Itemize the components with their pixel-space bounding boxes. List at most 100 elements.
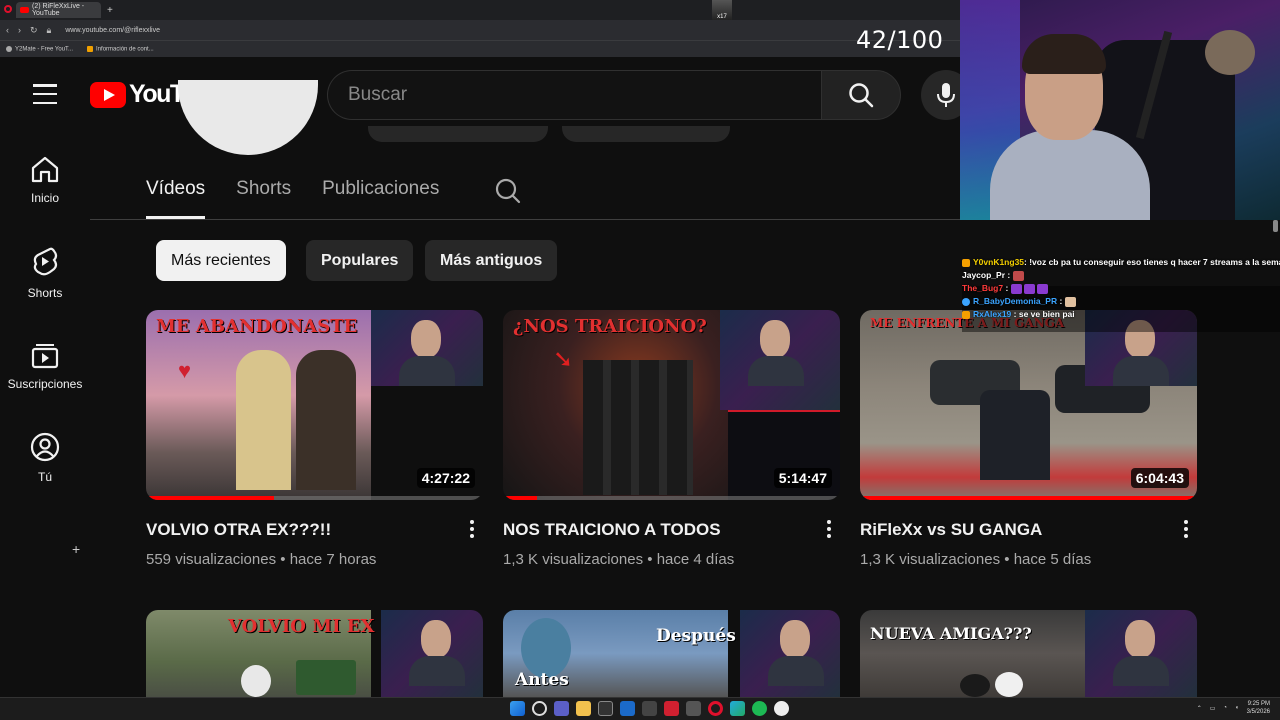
browser-tab[interactable]: (2) RiFleXxLive - YouTube — [16, 2, 101, 18]
store-icon[interactable] — [620, 701, 635, 716]
more-options-icon[interactable] — [469, 520, 475, 538]
video-views: 1,3 K visualizaciones — [860, 551, 1001, 568]
sidebar-item-shorts[interactable]: Shorts — [0, 246, 90, 300]
terminal-icon[interactable] — [598, 701, 613, 716]
volume-icon[interactable]: ◖ — [1235, 705, 1239, 711]
app-icon[interactable] — [642, 701, 657, 716]
video-title[interactable]: NOS TRAICIONO A TODOS — [503, 520, 840, 542]
chat-text: : !voz cb pa tu conseguir eso tienes q h… — [1024, 257, 1280, 267]
chevron-up-icon[interactable]: ⌃ — [1197, 705, 1202, 712]
video-thumbnail[interactable]: NUEVA AMIGA??? — [860, 610, 1197, 697]
obs-icon[interactable] — [774, 701, 789, 716]
wifi-icon[interactable]: ◔ — [1223, 705, 1227, 711]
network-icon[interactable]: ▭ — [1210, 705, 1216, 712]
you-icon — [30, 432, 60, 462]
arrow-icon: ➘ — [553, 346, 574, 373]
chip-populares[interactable]: Populares — [306, 240, 414, 281]
sidebar-item-inicio[interactable]: Inicio — [0, 155, 90, 205]
new-tab-button[interactable]: + — [107, 5, 113, 16]
clock-time: 9:25 PM — [1247, 701, 1270, 707]
clock-date: 3/5/2026 — [1246, 709, 1270, 715]
video-meta: 559 visualizaciones • hace 7 horas — [146, 551, 483, 568]
profile-avatar[interactable]: x17 — [712, 0, 732, 20]
channel-avatar[interactable] — [178, 80, 318, 155]
video-thumbnail[interactable]: ME ENFRENTE A MI GANGA 6:04:43 — [860, 310, 1197, 500]
video-title[interactable]: RiFleXx vs SU GANGA — [860, 520, 1197, 542]
hamburger-menu-icon[interactable] — [33, 84, 57, 104]
divider — [90, 219, 960, 220]
video-thumbnail[interactable]: ➘ ¿NOS TRAICIONO? 5:14:47 — [503, 310, 840, 500]
clock[interactable]: 9:25 PM 3/5/2026 — [1247, 700, 1270, 716]
sidebar-item-tu[interactable]: Tú — [0, 432, 90, 484]
channel-button[interactable] — [368, 126, 548, 142]
opera-icon[interactable] — [708, 701, 723, 716]
bookmark-info[interactable]: Información de cont... — [87, 45, 154, 52]
url-field[interactable]: www.youtube.com/@riflexxlive — [65, 27, 160, 34]
video-thumbnail[interactable]: VOLVIO MI EX — [146, 610, 483, 697]
bookmark-y2mate[interactable]: Y2Mate - Free YouT... — [6, 45, 73, 52]
video-card[interactable]: ME ENFRENTE A MI GANGA 6:04:43 RiFleXx v… — [860, 310, 1197, 568]
chat-message: R_BabyDemonia_PR : — [962, 295, 1280, 308]
plus-icon[interactable]: + — [72, 541, 80, 557]
meta-separator: • — [1004, 551, 1010, 568]
sidebar-item-label: Shorts — [27, 286, 63, 300]
chat-text: : se ve bien pai — [1013, 309, 1075, 319]
chip-mas-recientes[interactable]: Más recientes — [156, 240, 286, 281]
emote-icon — [1036, 283, 1048, 294]
lock-icon[interactable]: 🔒︎ — [47, 25, 52, 36]
video-card[interactable]: VOLVIO MI EX — [146, 610, 483, 697]
video-duration: 6:04:43 — [1130, 468, 1189, 488]
tab-shorts[interactable]: Shorts — [236, 178, 291, 218]
adobe-icon[interactable] — [664, 701, 679, 716]
emote-icon — [1010, 283, 1022, 294]
video-age: hace 5 días — [1013, 551, 1092, 568]
bookmarks-bar: Y2Mate - Free YouT... Información de con… — [0, 40, 960, 57]
video-thumbnail[interactable]: ♥ ME ABANDONASTE 4:27:22 — [146, 310, 483, 500]
chat-message: Y0vnK1ng35: !voz cb pa tu conseguir eso … — [962, 256, 1280, 269]
video-meta: 1,3 K visualizaciones • hace 5 días — [860, 551, 1197, 568]
back-icon[interactable]: ‹ — [6, 25, 9, 36]
chat-message: Jaycop_Pr : — [962, 269, 1280, 282]
reload-icon[interactable]: ↻ — [30, 25, 38, 36]
edge-icon[interactable] — [730, 701, 745, 716]
chat-message: The_Bug7 : — [962, 282, 1280, 295]
search-icon[interactable] — [532, 701, 547, 716]
more-options-icon[interactable] — [1183, 520, 1189, 538]
search-button[interactable] — [821, 70, 901, 120]
video-card[interactable]: Después Antes — [503, 610, 840, 697]
crown-badge-icon — [962, 258, 970, 267]
app-icon[interactable] — [686, 701, 701, 716]
meta-separator: • — [280, 551, 286, 568]
video-title[interactable]: VOLVIO OTRA EX???!! — [146, 520, 483, 542]
channel-search-button[interactable] — [495, 178, 521, 209]
teams-icon[interactable] — [554, 701, 569, 716]
video-thumbnail[interactable]: Después Antes — [503, 610, 840, 697]
browser-tab-title: (2) RiFleXxLive - YouTube — [32, 3, 85, 17]
video-card[interactable]: ♥ ME ABANDONASTE 4:27:22 VOLVIO OTRA EX?… — [146, 310, 483, 568]
search-input[interactable]: Buscar — [327, 70, 821, 120]
windows-start-icon[interactable] — [510, 701, 525, 716]
chat-user: R_BabyDemonia_PR — [973, 296, 1058, 306]
channel-button[interactable] — [562, 126, 730, 142]
forward-icon[interactable]: › — [18, 25, 21, 36]
sidebar-item-label: Inicio — [30, 191, 59, 205]
emote-icon — [1012, 270, 1024, 281]
chip-mas-antiguos[interactable]: Más antiguos — [425, 240, 558, 281]
more-options-icon[interactable] — [826, 520, 832, 538]
video-card[interactable]: ➘ ¿NOS TRAICIONO? 5:14:47 NOS TRAICIONO … — [503, 310, 840, 568]
video-card[interactable]: NUEVA AMIGA??? — [860, 610, 1197, 697]
thumbnail-text-secondary: Antes — [515, 670, 569, 690]
globe-icon — [6, 45, 12, 52]
tab-videos[interactable]: Vídeos — [146, 178, 206, 219]
emote-icon — [1023, 283, 1035, 294]
opera-icon[interactable] — [4, 5, 12, 13]
sidebar-item-suscripciones[interactable]: Suscripciones — [0, 341, 90, 391]
chat-text: : — [1005, 283, 1009, 293]
search-icon — [849, 83, 874, 108]
video-meta: 1,3 K visualizaciones • hace 4 días — [503, 551, 840, 568]
search-icon — [495, 178, 521, 204]
tab-publicaciones[interactable]: Publicaciones — [322, 178, 439, 218]
file-explorer-icon[interactable] — [576, 701, 591, 716]
spotify-icon[interactable] — [752, 701, 767, 716]
scrollbar[interactable] — [1273, 220, 1278, 232]
